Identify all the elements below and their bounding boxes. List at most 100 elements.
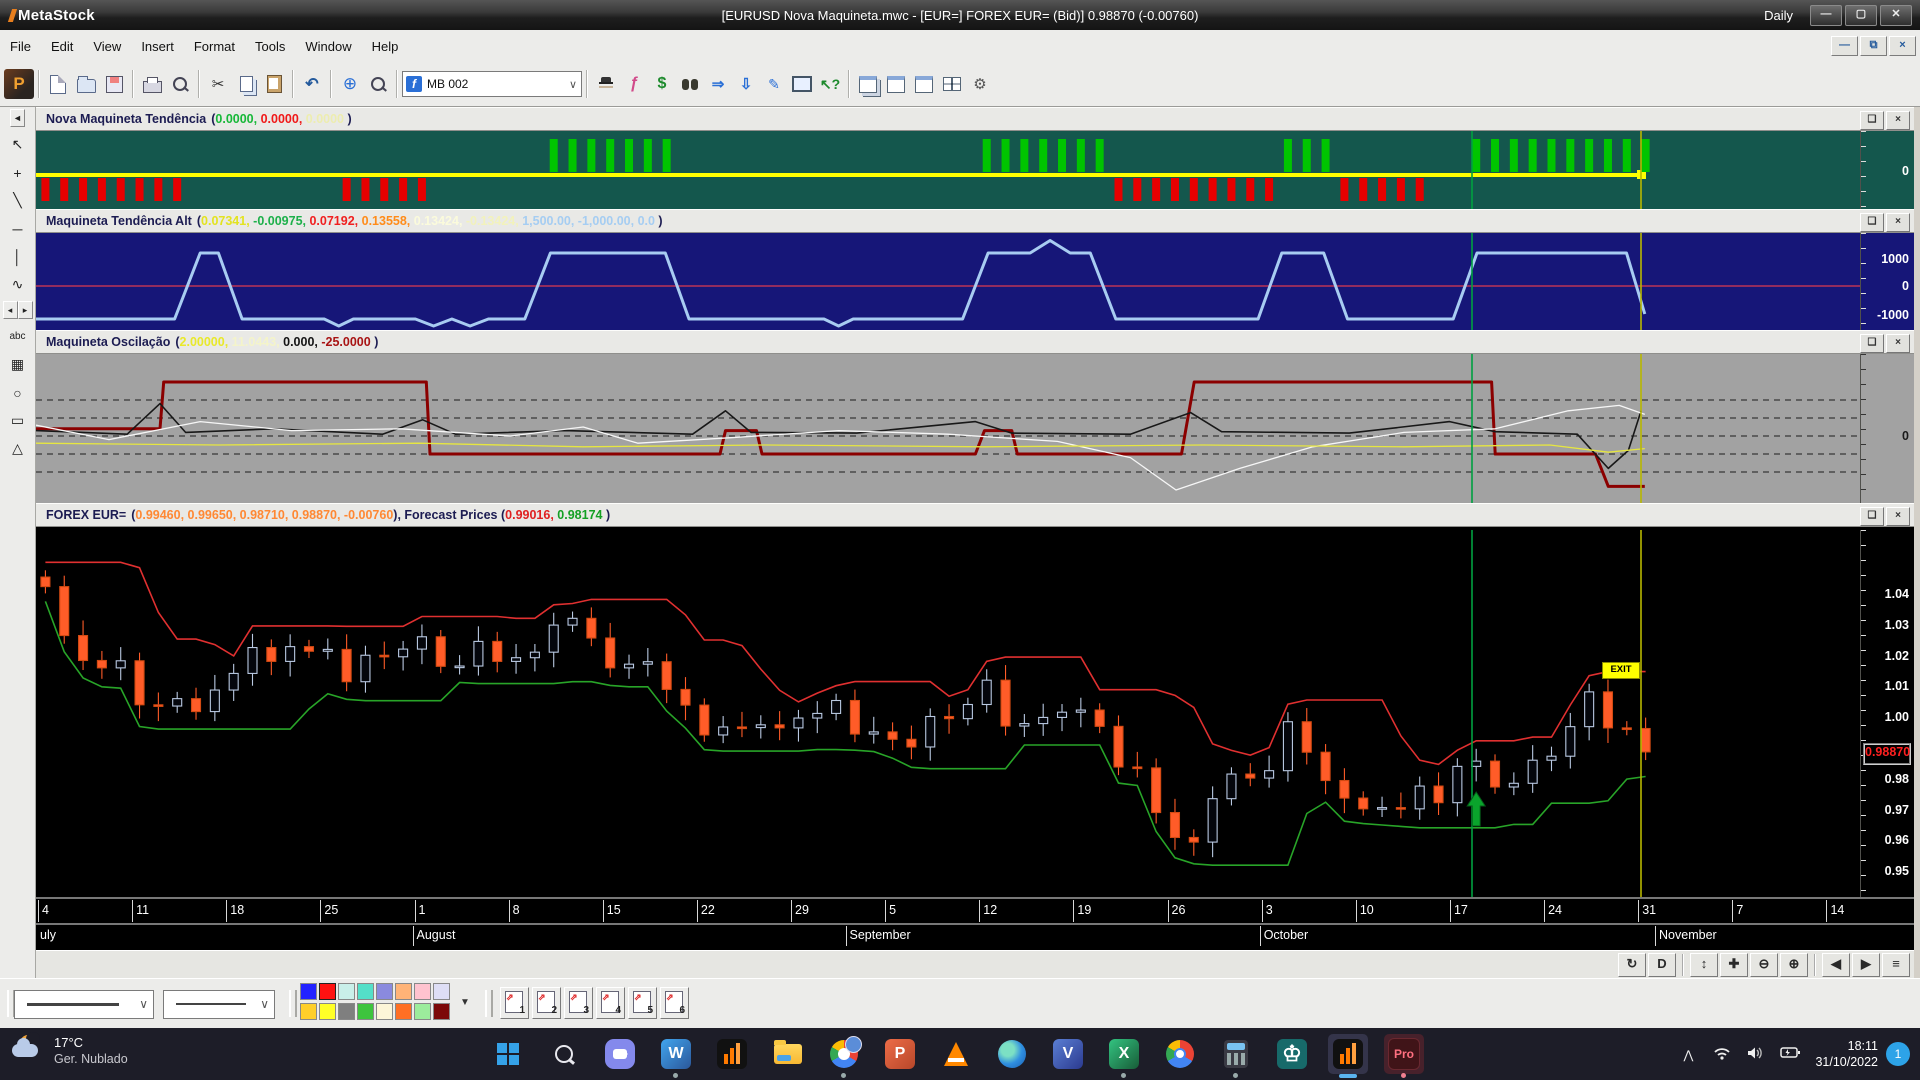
chart-preset-button-4[interactable]: ⇗4	[596, 987, 625, 1019]
snapshot-button[interactable]	[788, 70, 816, 98]
scroll-left-button[interactable]: ◀	[1822, 953, 1850, 977]
vertical-zoom-button[interactable]: ↕	[1690, 953, 1718, 977]
zoom-in-button[interactable]: ⊕	[1780, 953, 1808, 977]
chess-icon[interactable]: ♔	[1272, 1034, 1312, 1074]
volume-icon[interactable]	[1739, 1046, 1773, 1063]
panel-close-button[interactable]: ×	[1886, 507, 1910, 526]
expert-advisor-button[interactable]	[592, 70, 620, 98]
maximize-button[interactable]: ▢	[1845, 5, 1877, 26]
paste-button[interactable]	[260, 70, 288, 98]
crosshair-tool[interactable]: +	[5, 160, 31, 185]
power-console-button[interactable]: P	[4, 70, 34, 98]
menu-insert[interactable]: Insert	[131, 34, 184, 59]
cut-button[interactable]: ✂	[204, 70, 232, 98]
scroll-left-button[interactable]: ◂	[3, 301, 18, 319]
crosshair-pointer-button[interactable]: ⊕	[336, 70, 364, 98]
chart-preset-button-5[interactable]: ⇗5	[628, 987, 657, 1019]
notification-badge[interactable]: 1	[1886, 1042, 1910, 1066]
excel-icon[interactable]: X	[1104, 1034, 1144, 1074]
collapse-panel-button[interactable]: ◄	[10, 109, 25, 127]
color-swatch[interactable]	[319, 983, 336, 1000]
data-window-button[interactable]: ≡	[1882, 953, 1910, 977]
chat-icon[interactable]	[600, 1034, 640, 1074]
color-swatch[interactable]	[376, 1003, 393, 1020]
search-button[interactable]	[544, 1034, 584, 1074]
close-button[interactable]: ✕	[1880, 5, 1912, 26]
chrome-profile-icon[interactable]	[824, 1034, 864, 1074]
daily-periodicity-button[interactable]: D	[1648, 953, 1676, 977]
panel-restore-button[interactable]: ❑	[1860, 213, 1884, 232]
tile-vertical-button[interactable]	[910, 70, 938, 98]
save-button[interactable]	[100, 70, 128, 98]
explorer-button[interactable]	[676, 70, 704, 98]
copy-button[interactable]	[232, 70, 260, 98]
pointer-tool[interactable]: ↖	[5, 132, 31, 157]
color-swatch[interactable]	[433, 1003, 450, 1020]
panel-close-button[interactable]: ×	[1886, 111, 1910, 130]
color-swatch[interactable]	[414, 983, 431, 1000]
vertical-line-tool[interactable]: │	[5, 244, 31, 269]
formula-combobox[interactable]: fMB 002∨	[402, 71, 582, 97]
customize-button[interactable]: ⚙	[966, 70, 994, 98]
color-swatch[interactable]	[338, 983, 355, 1000]
word-icon[interactable]: W	[656, 1034, 696, 1074]
pan-button[interactable]: ✚	[1720, 953, 1748, 977]
tray-expand-icon[interactable]: ⋀	[1671, 1046, 1705, 1062]
color-swatch[interactable]	[395, 983, 412, 1000]
color-swatch[interactable]	[319, 1003, 336, 1020]
weather-widget[interactable]: 17°CGer. Nublado	[10, 1034, 128, 1068]
print-button[interactable]	[138, 70, 166, 98]
chart-preset-button-3[interactable]: ⇗3	[564, 987, 593, 1019]
chart-preset-button-1[interactable]: ⇗1	[500, 987, 529, 1019]
mdi-restore-button[interactable]: ⧉	[1860, 36, 1887, 56]
color-swatch[interactable]	[300, 983, 317, 1000]
color-swatch[interactable]	[357, 1003, 374, 1020]
color-swatch[interactable]	[376, 983, 393, 1000]
line-weight-combobox[interactable]: ∨	[163, 990, 275, 1019]
zigzag-tool[interactable]: ∿	[5, 272, 31, 297]
menu-format[interactable]: Format	[184, 34, 245, 59]
mdi-close-button[interactable]: ×	[1889, 36, 1916, 56]
menu-help[interactable]: Help	[362, 34, 409, 59]
color-swatch[interactable]	[338, 1003, 355, 1020]
undo-button[interactable]: ↶	[298, 70, 326, 98]
zoom-out-button[interactable]: ⊖	[1750, 953, 1778, 977]
menu-file[interactable]: File	[0, 34, 41, 59]
indicator-builder-button[interactable]: ƒ	[620, 70, 648, 98]
color-swatch[interactable]	[357, 983, 374, 1000]
mdi-minimize-button[interactable]: —	[1831, 36, 1858, 56]
wifi-icon[interactable]	[1705, 1046, 1739, 1063]
powerpoint-icon[interactable]: P	[880, 1034, 920, 1074]
triangle-tool[interactable]: △	[5, 436, 31, 461]
new-chart-button[interactable]	[44, 70, 72, 98]
chart-preset-button-6[interactable]: ⇗6	[660, 987, 689, 1019]
menu-view[interactable]: View	[83, 34, 131, 59]
color-swatch[interactable]	[395, 1003, 412, 1020]
text-tool[interactable]: abc	[5, 324, 31, 349]
vlc-icon[interactable]	[936, 1034, 976, 1074]
horizontal-line-tool[interactable]: ─	[5, 216, 31, 241]
rectangle-tool[interactable]: ▭	[5, 408, 31, 433]
battery-icon[interactable]	[1773, 1046, 1807, 1062]
minimize-button[interactable]: —	[1810, 5, 1842, 26]
menu-window[interactable]: Window	[295, 34, 361, 59]
refresh-button[interactable]: ↻	[1618, 953, 1646, 977]
calculator-icon[interactable]	[1216, 1034, 1256, 1074]
color-swatch[interactable]	[300, 1003, 317, 1020]
scroll-right-button[interactable]: ▶	[1852, 953, 1880, 977]
panel-close-button[interactable]: ×	[1886, 213, 1910, 232]
palette-dropdown-button[interactable]: ▼	[458, 991, 472, 1015]
trendline-tool[interactable]: ╲	[5, 188, 31, 213]
panel-restore-button[interactable]: ❑	[1860, 111, 1884, 130]
color-swatch[interactable]	[433, 983, 450, 1000]
line-style-combobox[interactable]: ∨	[14, 990, 154, 1019]
open-button[interactable]	[72, 70, 100, 98]
ellipse-tool[interactable]: ○	[5, 380, 31, 405]
options-button[interactable]: ✎	[760, 70, 788, 98]
metastock-active-icon[interactable]	[1328, 1034, 1368, 1074]
tile-horizontal-button[interactable]	[882, 70, 910, 98]
scroll-right-button[interactable]: ▸	[18, 301, 33, 319]
system-tester-button[interactable]: $	[648, 70, 676, 98]
chart-preset-button-2[interactable]: ⇗2	[532, 987, 561, 1019]
chrome-icon[interactable]	[1160, 1034, 1200, 1074]
